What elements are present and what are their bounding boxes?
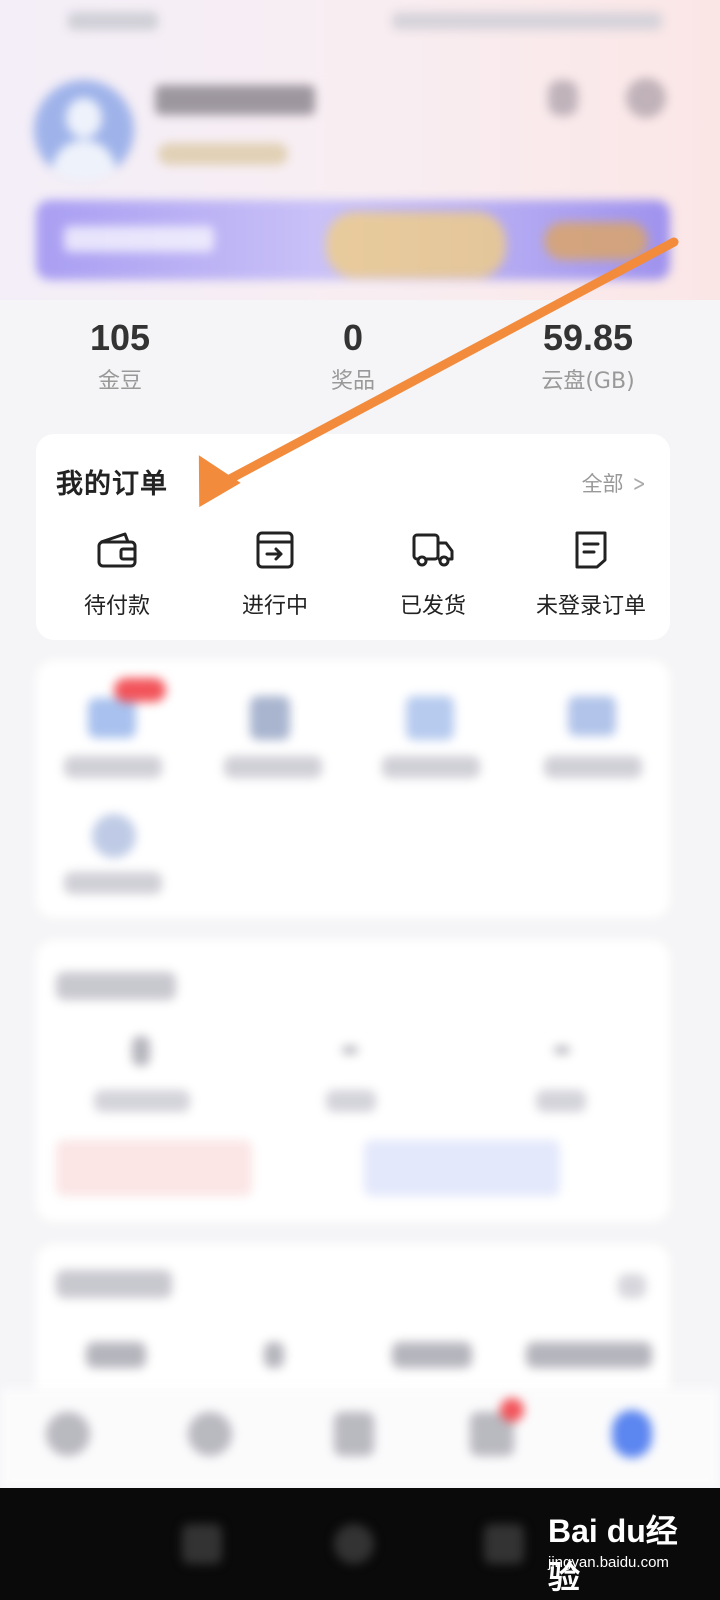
arrow-shaft [223,237,679,485]
annotation-arrow [198,237,679,508]
